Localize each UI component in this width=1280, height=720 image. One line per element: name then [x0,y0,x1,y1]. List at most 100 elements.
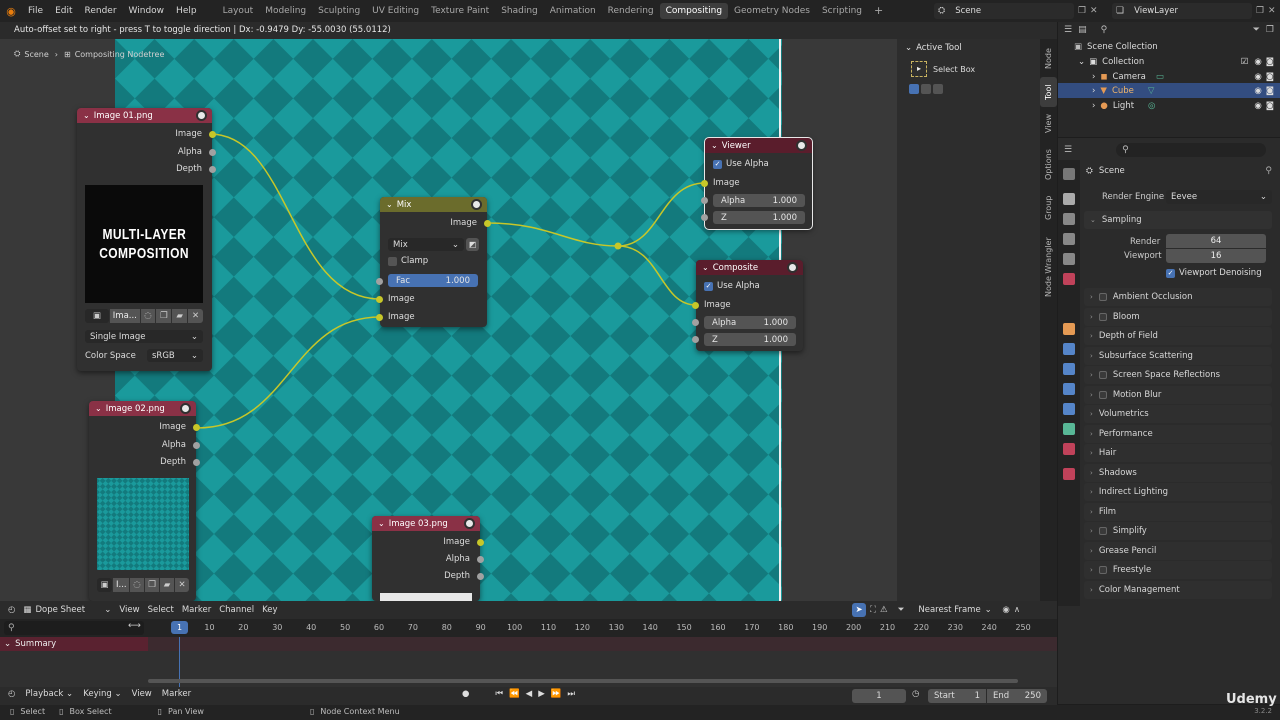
tab-layout[interactable]: Layout [217,3,260,19]
scrollbar[interactable] [148,679,1018,683]
image-03-node[interactable]: ⌄ Image 03.png Image Alpha Depth [372,516,484,601]
filter-icon[interactable]: ⏷ [898,605,905,615]
menu-file[interactable]: File [22,0,49,22]
checkbox-icon[interactable] [1098,293,1107,301]
duplicate-icon[interactable]: ❐ [145,578,159,592]
menu-channel[interactable]: Channel [219,605,254,615]
only-selected-icon[interactable]: ➤ [852,603,866,617]
tab-scripting[interactable]: Scripting [816,3,868,19]
viewlayer-selector[interactable]: ❏ ViewLayer [1112,3,1252,19]
image-browse-icon[interactable]: ▣ [85,309,109,323]
collapse-icon[interactable]: ⌄ [711,141,718,150]
snapping-dropdown[interactable]: Nearest Frame ⌄ [918,605,998,615]
panel-row[interactable]: › Subsurface Scattering [1084,346,1272,365]
tab-texture-paint[interactable]: Texture Paint [425,3,495,19]
collapse-icon[interactable]: ⌄ [378,519,385,528]
menu-select[interactable]: Select [148,605,174,615]
composite-header[interactable]: ⌄ Composite [696,260,803,275]
checkbox-icon[interactable]: ☑ [1241,57,1249,67]
mode-extend-icon[interactable] [921,84,931,94]
jump-end-icon[interactable]: ⏭ [567,689,575,699]
channel-search-input[interactable]: ⚲ [4,621,144,635]
scene-selector[interactable]: ⛭ Scene [934,3,1074,19]
outliner-light[interactable]: › ● Light ◎ ◉ ◙ [1058,98,1280,113]
tab-rendering[interactable]: Rendering [602,3,660,19]
panel-row[interactable]: › Ambient Occlusion [1084,288,1272,306]
viewport-samples-field[interactable]: 16 [1166,249,1266,263]
input-image-socket[interactable] [692,302,699,309]
outliner-collection[interactable]: ⌄ ▣ Collection ☑ ◉ ◙ [1058,54,1280,69]
open-folder-icon[interactable]: ▰ [172,309,188,323]
panel-row[interactable]: › Indirect Lighting [1084,483,1272,501]
fac-slider[interactable]: Fac 1.000 [388,274,478,287]
view-layer-icon[interactable] [1063,233,1075,245]
menu-marker[interactable]: Marker [182,605,211,615]
eye-icon[interactable]: ◉ [1254,86,1261,96]
output-image-socket[interactable] [477,539,484,546]
show-hidden-icon[interactable]: ⛶ [870,605,876,615]
fake-user-icon[interactable]: ◌ [140,309,156,323]
panel-row[interactable]: › Film [1084,502,1272,521]
z-field[interactable]: Z 1.000 [713,211,805,224]
show-errors-icon[interactable]: ⚠ [880,605,888,615]
editor-type-icon[interactable]: ◴ [8,605,15,615]
menu-key[interactable]: Key [262,605,277,615]
panel-row[interactable]: › Volumetrics [1084,405,1272,423]
output-alpha-socket[interactable] [193,442,200,449]
properties-search-input[interactable]: ⚲ [1116,143,1267,157]
checkbox-icon[interactable] [1098,390,1107,399]
record-icon[interactable]: ● [462,689,469,699]
view-menu[interactable]: View [132,689,152,699]
filter-icon[interactable]: ⏷ [1253,25,1260,35]
tab-shading[interactable]: Shading [495,3,544,19]
clock-icon[interactable]: ◷ [912,689,919,699]
checkbox-icon[interactable] [1098,566,1107,574]
image-02-header[interactable]: ⌄ Image 02.png [89,401,196,416]
clamp-checkbox[interactable]: Clamp [388,256,428,266]
start-frame-field[interactable]: Start 1 [928,689,986,703]
image-02-node[interactable]: ⌄ Image 02.png Image Alpha Depth ▣ I... … [89,401,200,601]
viewport-denoising-checkbox[interactable]: ✓ Viewport Denoising [1166,268,1262,278]
display-mode-icon[interactable]: ▤ [1078,25,1087,35]
curve-icon[interactable]: ∧ [1014,605,1020,615]
render-engine-dropdown[interactable]: Eevee ⌄ [1166,190,1272,204]
search-icon[interactable]: ⚲ [1101,25,1108,35]
active-tool-header[interactable]: ⌄ Active Tool [905,43,962,53]
scene-icon[interactable] [1063,253,1075,265]
tab-modeling[interactable]: Modeling [259,3,312,19]
output-icon[interactable] [1063,213,1075,225]
tab-animation[interactable]: Animation [544,3,602,19]
keying-menu[interactable]: Keying ⌄ [83,689,121,699]
new-collection-icon[interactable]: ❐ [1266,25,1274,35]
tab-group[interactable]: Group [1040,191,1057,225]
fake-user-icon[interactable]: ◌ [130,578,144,592]
z-socket[interactable] [692,336,699,343]
physics-icon[interactable] [1063,383,1075,395]
panel-row[interactable]: › Performance [1084,424,1272,443]
panel-row[interactable]: › Screen Space Reflections [1084,366,1272,384]
texture-icon[interactable] [1063,468,1075,480]
panel-row[interactable]: › Simplify [1084,522,1272,540]
tab-compositing[interactable]: Compositing [659,3,729,19]
image-01-header[interactable]: ⌄ Image 01.png [77,108,212,123]
menu-render[interactable]: Render [79,0,123,22]
collapse-icon[interactable]: ⌄ [83,111,90,120]
mix-header[interactable]: ⌄ Mix [380,197,487,212]
unlink-icon[interactable]: ✕ [188,309,203,323]
output-depth-socket[interactable] [193,459,200,466]
summary-channel[interactable]: ⌄ Summary [0,637,148,651]
render-samples-field[interactable]: 64 [1166,234,1266,248]
world-icon[interactable] [1063,273,1075,285]
tab-sculpting[interactable]: Sculpting [312,3,366,19]
tab-view[interactable]: View [1040,109,1057,139]
tab-uv-editing[interactable]: UV Editing [366,3,425,19]
proportional-icon[interactable]: ◉ [1002,605,1009,615]
copy-viewlayer-icon[interactable]: ❐ [1256,6,1268,16]
outliner-cube[interactable]: › ▼ Cube ▽ ◉ ◙ [1058,83,1280,98]
collapse-icon[interactable]: ⌄ [702,263,709,272]
panel-row[interactable]: › Motion Blur [1084,385,1272,404]
image-01-node[interactable]: ⌄ Image 01.png Image Alpha Depth MULTI-L… [77,108,216,371]
timeline-ruler[interactable]: ⚲ ⟷ 10 20 30 40 50 60 70 80 90 100 110 120 130 140 150… [0,619,1057,637]
open-folder-icon[interactable]: ▰ [160,578,174,592]
input-image-2-socket[interactable] [376,314,383,321]
